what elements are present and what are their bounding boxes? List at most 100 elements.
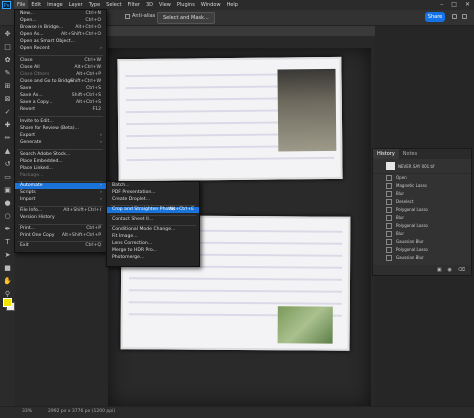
zoom-level[interactable]: 33% (22, 409, 32, 414)
menu-help[interactable]: Help (224, 0, 241, 10)
menu-item-open[interactable]: Open... Ctrl+O (15, 18, 106, 24)
tab-notes[interactable]: Notes (399, 149, 421, 159)
history-step[interactable]: Blur (373, 190, 471, 198)
select-and-mask-button[interactable]: Select and Mask... (157, 12, 215, 24)
foreground-color-swatch[interactable] (3, 298, 12, 307)
menu-item-revert[interactable]: Revert F12 (15, 107, 106, 113)
history-step[interactable]: Open (373, 174, 471, 182)
healing-brush-tool-icon[interactable]: ✚ (3, 121, 12, 130)
menu-item-save[interactable]: Save Ctrl+S (15, 86, 106, 92)
menu-item-lens-correction[interactable]: Lens Correction... (107, 241, 199, 247)
history-step[interactable]: Gaussian Blur (373, 238, 471, 246)
dodge-tool-icon[interactable]: ○ (3, 212, 12, 221)
menu-item-open-as[interactable]: Open As... Alt+Shift+Ctrl+O (15, 32, 106, 38)
menu-item-import[interactable]: Import › (15, 197, 106, 203)
menu-item-exit[interactable]: Exit Ctrl+Q (15, 243, 106, 249)
lasso-tool-icon[interactable]: ✿ (3, 56, 12, 65)
menu-item-open-smart-object[interactable]: Open as Smart Object... (15, 39, 106, 45)
menu-item-version-history[interactable]: Version History (15, 215, 106, 221)
menu-item-scripts[interactable]: Scripts › (15, 190, 106, 196)
history-step[interactable]: Blur (373, 230, 471, 238)
history-step[interactable]: Blur (373, 214, 471, 222)
menu-item-invite-to-edit[interactable]: Invite to Edit... (15, 119, 106, 125)
menu-3d[interactable]: 3D (143, 0, 156, 10)
menu-item-place-embedded[interactable]: Place Embedded... (15, 159, 106, 165)
eyedropper-tool-icon[interactable]: ✓ (3, 108, 12, 117)
menu-view[interactable]: View (156, 0, 174, 10)
chevron-right-icon: › (100, 46, 102, 51)
menu-item-close[interactable]: Close Ctrl+W (15, 58, 106, 64)
minimize-icon[interactable]: – (440, 1, 443, 8)
blur-tool-icon[interactable]: ● (3, 199, 12, 208)
menu-item-create-droplet[interactable]: Create Droplet... (107, 197, 199, 203)
type-tool-icon[interactable]: T (3, 238, 12, 247)
gradient-tool-icon[interactable]: ▣ (3, 186, 12, 195)
menu-item-print-one-copy[interactable]: Print One Copy Alt+Shift+Ctrl+P (15, 233, 106, 239)
marquee-tool-icon[interactable]: □ (3, 43, 12, 52)
hand-tool-icon[interactable]: ✋ (3, 277, 12, 286)
menu-item-new[interactable]: New... Ctrl+N (15, 11, 106, 17)
history-step[interactable]: Polygonal Lasso (373, 246, 471, 254)
menu-item-place-linked[interactable]: Place Linked... (15, 166, 106, 172)
menu-item-crop-and-straighten-photos[interactable]: Crop and Straighten Photos Alt+Ctrl+E (107, 207, 199, 213)
quick-select-tool-icon[interactable]: ✎ (3, 69, 12, 78)
menu-plugins[interactable]: Plugins (174, 0, 198, 10)
open-icon (386, 175, 392, 181)
menu-item-save-a-copy[interactable]: Save a Copy... Alt+Ctrl+S (15, 100, 106, 106)
menu-item-print[interactable]: Print... Ctrl+P (15, 226, 106, 232)
menu-item-close-all[interactable]: Close All Alt+Ctrl+W (15, 65, 106, 71)
shape-tool-icon[interactable]: ■ (3, 264, 12, 273)
snapshot-name: NEVER SAY 001.tif (398, 164, 435, 169)
menu-item-browse-in-bridge[interactable]: Browse in Bridge... Alt+Ctrl+O (15, 25, 106, 31)
history-step[interactable]: Magnetic Lasso (373, 182, 471, 190)
history-brush-tool-icon[interactable]: ↺ (3, 160, 12, 169)
new-document-from-state-icon[interactable]: ▣ (437, 265, 442, 275)
share-button[interactable]: Share (425, 12, 445, 22)
crop-tool-icon[interactable]: ⊞ (3, 82, 12, 91)
menu-item-merge-to-hdr-pro[interactable]: Merge to HDR Pro... (107, 248, 199, 254)
lasso-icon (386, 207, 392, 213)
menu-item-open-recent[interactable]: Open Recent › (15, 46, 106, 52)
menu-window[interactable]: Window (198, 0, 224, 10)
trash-icon[interactable]: ⌫ (458, 265, 465, 275)
clone-stamp-tool-icon[interactable]: ▲ (3, 147, 12, 156)
menu-item-search-adobe-stock[interactable]: Search Adobe Stock... (15, 152, 106, 158)
maximize-icon[interactable]: □ (451, 1, 457, 8)
history-step[interactable]: Polygonal Lasso (373, 222, 471, 230)
frame-tool-icon[interactable]: ⊠ (3, 95, 12, 104)
menu-item-generate[interactable]: Generate › (15, 140, 106, 146)
close-icon[interactable]: ✕ (465, 1, 470, 8)
move-tool-icon[interactable]: ✥ (3, 30, 12, 39)
tab-history[interactable]: History (373, 149, 399, 159)
workspace-icon[interactable] (462, 14, 467, 19)
menu-item-export[interactable]: Export › (15, 133, 106, 139)
history-step[interactable]: Gaussian Blur (373, 254, 471, 262)
scanned-photo-top (117, 56, 343, 182)
history-step[interactable]: Deselect (373, 198, 471, 206)
menu-item-close-others: Close Others Alt+Ctrl+P (20, 72, 101, 77)
history-snapshot[interactable]: NEVER SAY 001.tif (373, 159, 471, 174)
menu-item-automate[interactable]: Automate › (15, 183, 106, 189)
blur-icon (386, 239, 392, 245)
menu-item-pdf-presentation[interactable]: PDF Presentation... (107, 190, 199, 196)
menu-item-file-info[interactable]: File Info... Alt+Shift+Ctrl+I (15, 208, 106, 214)
pen-tool-icon[interactable]: ✒ (3, 225, 12, 234)
path-select-tool-icon[interactable]: ➤ (3, 251, 12, 260)
menu-item-share-for-review[interactable]: Share for Review (Beta)... (15, 126, 106, 132)
brush-tool-icon[interactable]: ✏ (3, 134, 12, 143)
history-step[interactable]: Polygonal Lasso (373, 206, 471, 214)
menu-item-save-as[interactable]: Save As... Shift+Ctrl+S (15, 93, 106, 99)
menu-item-conditional-mode-change[interactable]: Conditional Mode Change... (107, 227, 199, 233)
menu-filter[interactable]: Filter (125, 0, 143, 10)
menu-item-photomerge[interactable]: Photomerge... (107, 255, 199, 261)
menu-item-contact-sheet[interactable]: Contact Sheet II... (107, 217, 199, 223)
eraser-tool-icon[interactable]: ▭ (3, 173, 12, 182)
camera-snapshot-icon[interactable]: ◉ (448, 265, 452, 275)
window-controls: – □ ✕ (440, 1, 470, 8)
menu-item-close-and-go-to-bridge[interactable]: Close and Go to Bridge... Shift+Ctrl+W (15, 79, 106, 85)
chevron-right-icon: › (100, 197, 102, 202)
search-icon[interactable] (452, 14, 457, 19)
anti-alias-checkbox[interactable] (125, 14, 130, 19)
menu-item-batch[interactable]: Batch... (107, 183, 199, 189)
menu-item-fit-image[interactable]: Fit Image... (107, 234, 199, 240)
